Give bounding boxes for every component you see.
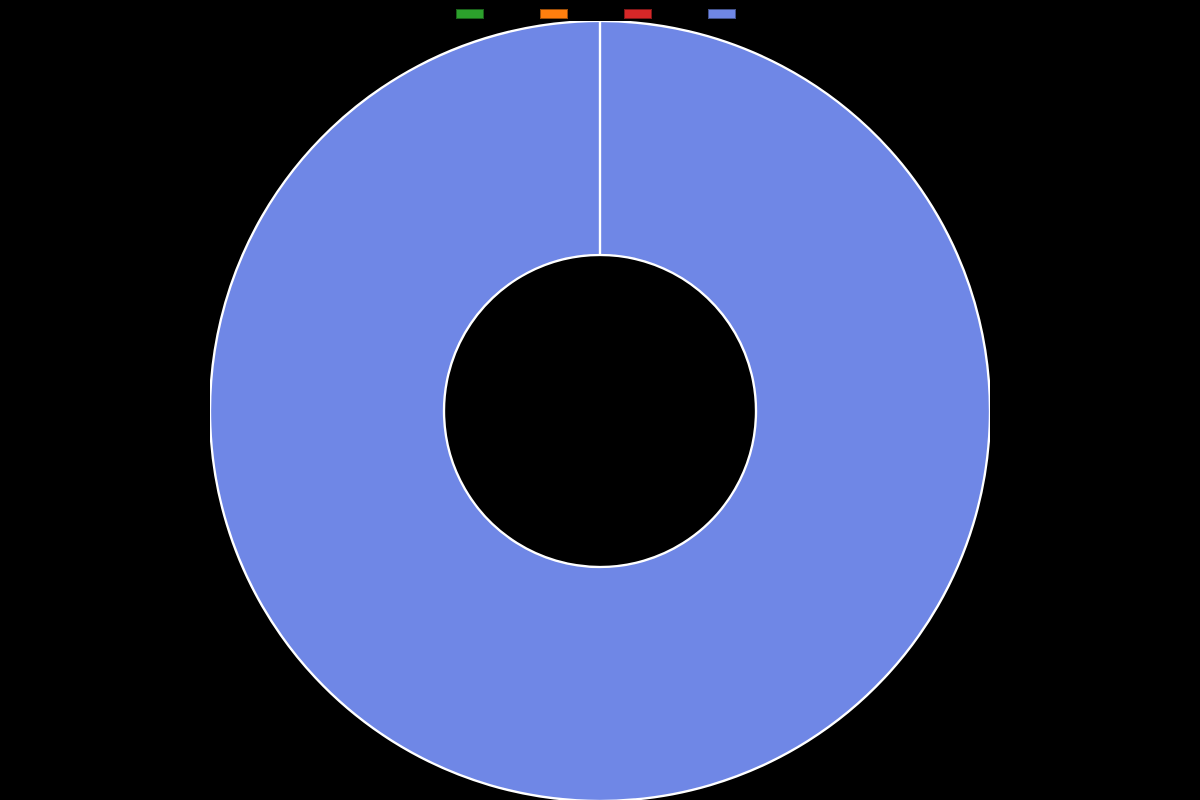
donut-wrap — [0, 22, 1200, 800]
legend-item-1 — [540, 8, 576, 20]
legend-label-3 — [742, 8, 744, 20]
chart-container — [0, 0, 1200, 800]
legend-label-2 — [658, 8, 660, 20]
legend-swatch-0 — [456, 9, 484, 19]
legend — [0, 8, 1200, 20]
donut-chart — [210, 21, 990, 800]
legend-swatch-3 — [708, 9, 736, 19]
legend-item-3 — [708, 8, 744, 20]
legend-label-0 — [490, 8, 492, 20]
legend-item-2 — [624, 8, 660, 20]
legend-item-0 — [456, 8, 492, 20]
legend-swatch-1 — [540, 9, 568, 19]
legend-label-1 — [574, 8, 576, 20]
legend-swatch-2 — [624, 9, 652, 19]
